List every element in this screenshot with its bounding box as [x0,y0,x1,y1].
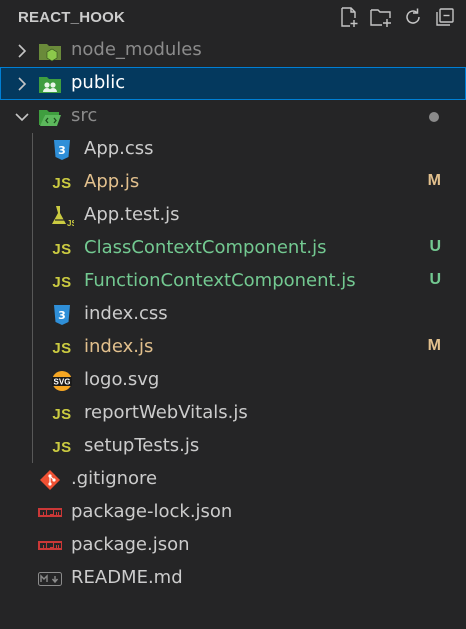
npm-icon [38,534,62,558]
folder-label: src [71,105,98,126]
file-label: README.md [71,567,183,588]
file-label: index.js [84,336,154,357]
file-label: App.js [84,171,140,192]
new-file-icon [341,7,358,27]
file-label: logo.svg [84,369,160,390]
refresh-button[interactable] [400,5,426,29]
collapse-all-icon [436,8,454,26]
svg-text:3: 3 [58,144,66,157]
file-app-js[interactable]: JS App.js M [0,166,466,199]
node-folder-icon [38,39,62,63]
file-tree: node_modules public src 3 App.css JS App… [0,34,466,595]
chevron-right-icon [18,77,27,91]
file-package-lock-json[interactable]: package-lock.json [0,496,466,529]
file-function-context-component[interactable]: JS FunctionContextComponent.js U [0,265,466,298]
file-setup-tests[interactable]: JS setupTests.js [0,430,466,463]
file-index-js[interactable]: JS index.js M [0,331,466,364]
file-label: ClassContextComponent.js [84,237,327,258]
js-icon: JS [52,405,72,423]
chevron-right-icon [18,44,27,58]
svg-text:JS: JS [67,219,74,228]
js-icon: JS [52,273,72,291]
new-folder-button[interactable] [368,5,394,29]
file-package-json[interactable]: package.json [0,529,466,562]
indent-guide [32,133,33,463]
file-report-web-vitals[interactable]: JS reportWebVitals.js [0,397,466,430]
file-index-css[interactable]: 3 index.css [0,298,466,331]
file-label: package.json [71,534,190,555]
file-label: setupTests.js [84,435,200,456]
file-label: App.test.js [84,204,180,225]
npm-icon [38,501,62,525]
src-folder-open-icon [38,105,62,129]
chevron-down-icon [15,113,29,122]
file-label: index.css [84,303,168,324]
file-label: .gitignore [71,468,158,489]
folder-public[interactable]: public [0,67,466,100]
git-status-badge: U [429,238,441,255]
public-folder-icon [38,72,62,96]
folder-label: public [71,72,126,93]
explorer-title: REACT_HOOK [18,9,126,26]
file-gitignore[interactable]: .gitignore [0,463,466,496]
file-logo-svg[interactable]: SVG logo.svg [0,364,466,397]
js-icon: JS [52,240,72,258]
file-label: FunctionContextComponent.js [84,270,356,291]
js-icon: JS [52,174,72,192]
file-label: package-lock.json [71,501,233,522]
folder-src[interactable]: src [0,100,466,133]
refresh-icon [406,8,420,24]
file-app-css[interactable]: 3 App.css [0,133,466,166]
file-label: reportWebVitals.js [84,402,248,423]
git-status-badge: M [427,172,441,189]
css-icon: 3 [50,138,74,162]
file-class-context-component[interactable]: JS ClassContextComponent.js U [0,232,466,265]
folder-node-modules[interactable]: node_modules [0,34,466,67]
svg-text:SVG: SVG [54,378,71,387]
markdown-icon [38,567,62,591]
git-status-badge: M [427,337,441,354]
js-icon: JS [52,339,72,357]
css-icon: 3 [50,303,74,327]
git-status-badge: U [429,271,441,288]
svg-icon: SVG [50,369,74,393]
new-file-button[interactable] [336,5,362,29]
svg-text:3: 3 [58,309,66,322]
folder-label: node_modules [71,39,202,60]
modified-dot [429,112,439,122]
file-app-test-js[interactable]: JS App.test.js [0,199,466,232]
explorer-actions [336,5,458,29]
file-readme-md[interactable]: README.md [0,562,466,595]
explorer-header: REACT_HOOK [0,0,466,34]
collapse-all-button[interactable] [432,5,458,29]
file-label: App.css [84,138,154,159]
new-folder-icon [370,9,391,27]
git-icon [38,468,62,492]
js-icon: JS [52,438,72,456]
test-js-icon: JS [50,204,74,228]
